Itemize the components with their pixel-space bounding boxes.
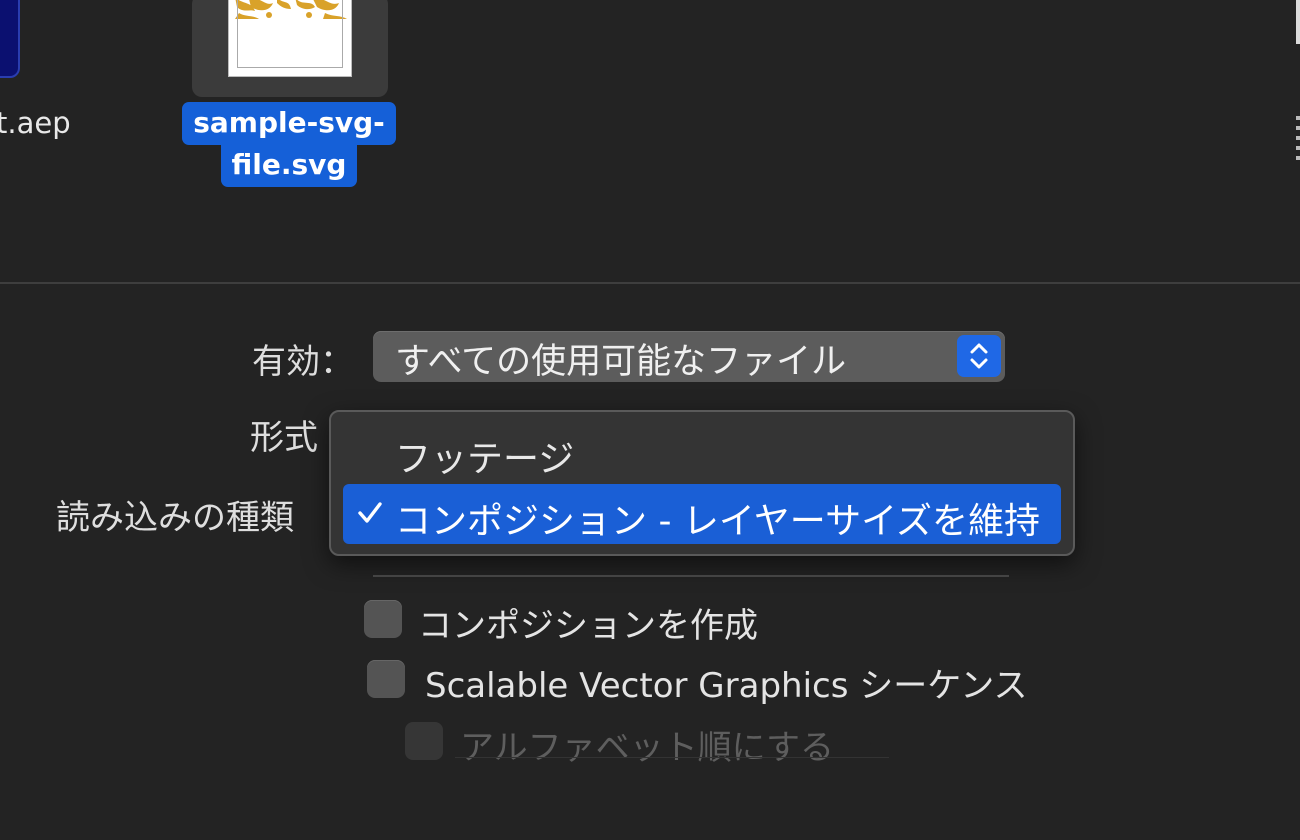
alphabetical-order-label: アルファベット順にする: [460, 728, 834, 768]
resize-grip-icon: [1290, 116, 1300, 166]
svg-sequence-label[interactable]: Scalable Vector Graphics シーケンス: [425, 658, 1028, 707]
enable-label: 有効：: [252, 342, 354, 382]
file-name-line-1: sample-svg-: [182, 102, 396, 145]
menu-item-footage[interactable]: フッテージ: [343, 422, 1061, 482]
document-page-edge: [237, 0, 343, 68]
svg-file-thumbnail[interactable]: [228, 0, 352, 77]
file-name-line-2: file.svg: [220, 144, 358, 187]
enable-popup-button[interactable]: すべての使用可能なファイル: [373, 331, 1005, 382]
file-name-aep[interactable]: t.aep: [0, 106, 71, 140]
alphabetical-order-checkbox: [405, 722, 443, 760]
menu-item-label: フッテージ: [395, 439, 575, 480]
import-as-label: 読み込みの種類: [56, 498, 294, 538]
menu-item-composition-retain-layer-sizes[interactable]: コンポジション - レイヤーサイズを維持: [343, 484, 1061, 544]
browser-divider: [0, 282, 1300, 284]
create-composition-label[interactable]: コンポジションを作成: [418, 598, 758, 647]
svg-sequence-checkbox[interactable]: [367, 660, 405, 698]
menu-item-label: コンポジション - レイヤーサイズを維持: [395, 501, 1040, 542]
file-thumbnail-aep[interactable]: [0, 0, 20, 78]
checkmark-icon: [358, 502, 382, 523]
options-separator: [373, 575, 1009, 577]
window-edge: [1296, 0, 1300, 44]
disabled-option-underline: [455, 757, 889, 758]
selected-file-name[interactable]: sample-svg- file.svg: [182, 102, 396, 187]
format-label: 形式: [250, 418, 318, 458]
chevron-up-down-icon: [957, 335, 1001, 377]
create-composition-checkbox[interactable]: [364, 600, 402, 638]
enable-popup-value: すべての使用可能なファイル: [395, 342, 847, 382]
import-as-menu: フッテージ コンポジション - レイヤーサイズを維持: [329, 410, 1075, 556]
